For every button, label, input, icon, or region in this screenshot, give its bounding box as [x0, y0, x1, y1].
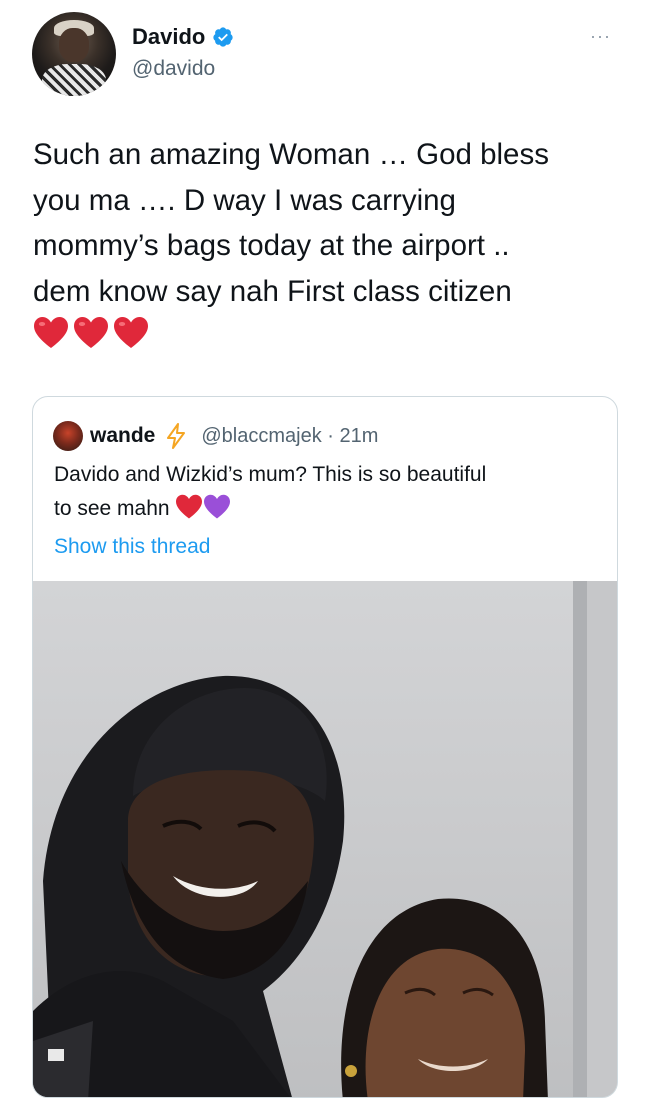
- purple-heart-icon: [204, 494, 231, 519]
- author-handle[interactable]: @davido: [132, 57, 215, 81]
- verified-badge-icon: [213, 27, 233, 47]
- red-heart-icon: [74, 317, 108, 348]
- jacket-logo: [48, 1049, 64, 1061]
- avatar-face: [59, 28, 89, 62]
- tweet-text: Such an amazing Woman … God bless you ma…: [33, 138, 549, 308]
- photo-illustration: [33, 581, 617, 1097]
- quoted-text-line1: Davido and Wizkid’s mum? This is so beau…: [54, 463, 487, 486]
- quoted-tweet-header: wande @blaccmajek · 21m: [53, 421, 378, 451]
- author-name[interactable]: Davido: [132, 24, 205, 50]
- more-options-icon[interactable]: ···: [590, 26, 611, 47]
- red-heart-icon: [114, 317, 148, 348]
- author-name-row: Davido: [132, 24, 234, 50]
- quoted-author-handle[interactable]: @blaccmajek · 21m: [201, 425, 378, 448]
- author-avatar[interactable]: [32, 12, 116, 96]
- quoted-author-name[interactable]: wande: [90, 424, 155, 448]
- tweet-header: Davido @davido ···: [0, 0, 649, 110]
- quoted-tweet-card[interactable]: wande @blaccmajek · 21m Davido and Wizki…: [32, 396, 618, 1098]
- avatar-shirt: [42, 64, 106, 96]
- quoted-text-line2: to see mahn: [54, 497, 170, 520]
- red-heart-icon: [34, 317, 68, 348]
- quoted-tweet-photo[interactable]: [33, 581, 617, 1097]
- lightning-bolt-icon: [167, 423, 186, 449]
- quoted-tweet-text: Davido and Wizkid’s mum? This is so beau…: [54, 458, 594, 526]
- tweet-hearts: [33, 316, 149, 350]
- red-heart-icon: [176, 494, 203, 519]
- show-thread-link[interactable]: Show this thread: [54, 535, 210, 559]
- quoted-author-avatar[interactable]: [53, 421, 83, 451]
